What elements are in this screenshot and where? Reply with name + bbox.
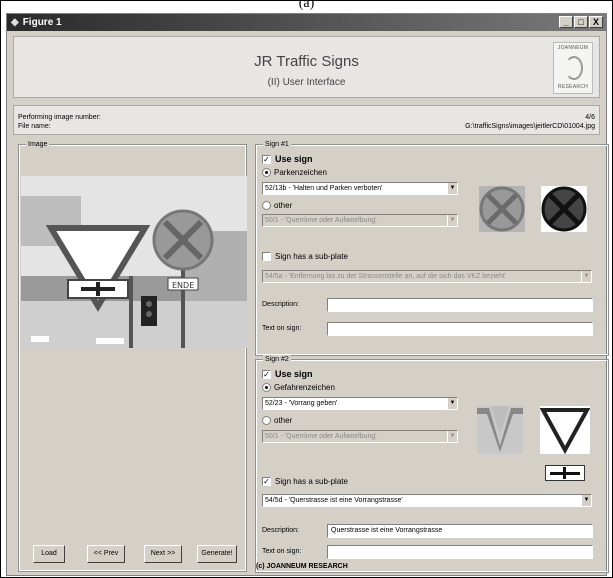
prev-button[interactable]: << Prev <box>87 545 125 563</box>
checkbox-checked-icon: ✓ <box>262 477 271 486</box>
image-number-label: Performing image number: <box>18 114 101 121</box>
maximize-button[interactable]: □ <box>574 16 588 28</box>
title-bar[interactable]: ◆ Figure 1 _ □ X <box>7 14 606 31</box>
sign2-subplate-checkbox[interactable]: ✓ Sign has a sub-plate <box>262 477 348 486</box>
sign1-text-input[interactable] <box>327 322 593 336</box>
sign1-description-input[interactable] <box>327 298 593 312</box>
window-controls: _ □ X <box>559 16 603 28</box>
sign2-text-label: Text on sign: <box>262 548 302 555</box>
checkbox-checked-icon: ✓ <box>262 369 271 379</box>
sign2-description-input[interactable]: Querstrasse ist eine Vorrangstrasse <box>327 524 593 538</box>
image-panel: Image ENDE Load << Prev Next >> Generate… <box>18 140 247 572</box>
radio-selected-icon <box>262 383 271 392</box>
figure-window: ◆ Figure 1 _ □ X JR Traffic Signs (II) U… <box>6 13 609 576</box>
sign1-category-radio[interactable]: Parkenzeichen <box>262 168 327 177</box>
sign2-category-radio[interactable]: Gefahrenzeichen <box>262 383 335 392</box>
chevron-down-icon: ▼ <box>447 183 457 194</box>
app-subtitle: (II) User Interface <box>267 77 346 88</box>
next-button[interactable]: Next >> <box>144 545 182 563</box>
sign2-text-input[interactable] <box>327 545 593 559</box>
sign1-template-image <box>541 186 587 232</box>
image-panel-title: Image <box>26 140 50 150</box>
sign1-other-radio[interactable]: other <box>262 201 292 210</box>
svg-text:ENDE: ENDE <box>172 281 194 290</box>
app-header: JR Traffic Signs (II) User Interface JOA… <box>13 36 600 98</box>
radio-unselected-icon <box>262 201 271 210</box>
copyright-footer: (c) JOANNEUM RESEARCH <box>256 563 348 570</box>
logo-swirl-icon <box>565 56 583 80</box>
sign1-sign-select[interactable]: 52/13b - 'Halten und Parken verboten' ▼ <box>262 182 458 195</box>
sign1-text-label: Text on sign: <box>262 325 302 332</box>
sign2-title: Sign #2 <box>263 355 291 365</box>
window-title: Figure 1 <box>22 17 62 28</box>
app-title: JR Traffic Signs <box>254 53 359 70</box>
generate-button[interactable]: Generate! <box>197 545 237 563</box>
sign2-description-label: Description: <box>262 527 299 534</box>
radio-unselected-icon <box>262 416 271 425</box>
checkbox-checked-icon: ✓ <box>262 154 271 164</box>
matlab-icon: ◆ <box>11 17 19 28</box>
sign2-panel: Sign #2 ✓ Use sign Gefahrenzeichen 52/23… <box>255 355 609 573</box>
chevron-down-icon: ▼ <box>447 398 457 409</box>
file-name-value: G:\trafficSigns\images\jeitlerCD\01004.j… <box>465 123 595 130</box>
sign2-other-select[interactable]: 50/1 - 'Querrinne oder Aufwoelbung' ▼ <box>262 430 458 443</box>
chevron-down-icon: ▼ <box>447 431 457 442</box>
chevron-down-icon: ▼ <box>581 271 591 282</box>
close-button[interactable]: X <box>589 16 603 28</box>
sign1-description-label: Description: <box>262 301 299 308</box>
load-button[interactable]: Load <box>33 545 65 563</box>
sign1-crop-image <box>479 186 525 232</box>
minimize-button[interactable]: _ <box>559 16 573 28</box>
info-bar: Performing image number: File name: 4/6 … <box>13 105 600 135</box>
sign1-subplate-select[interactable]: 54/5a - 'Entfernung bis zu der Strassens… <box>262 270 592 283</box>
file-name-label: File name: <box>18 123 51 130</box>
sign2-use-sign-checkbox[interactable]: ✓ Use sign <box>262 369 313 379</box>
sign2-crop-image <box>477 406 523 454</box>
sign2-sign-select[interactable]: 52/23 - 'Vorrang geben' ▼ <box>262 397 458 410</box>
sign2-template-image <box>539 406 591 455</box>
checkbox-unchecked-icon <box>262 252 271 261</box>
traffic-photo: ENDE <box>21 176 247 348</box>
sign1-title: Sign #1 <box>263 140 291 150</box>
sign1-use-sign-checkbox[interactable]: ✓ Use sign <box>262 154 313 164</box>
sign1-other-select[interactable]: 50/1 - 'Querrinne oder Aufwoelbung' ▼ <box>262 214 458 227</box>
radio-selected-icon <box>262 168 271 177</box>
sign1-panel: Sign #1 ✓ Use sign Parkenzeichen 52/13b … <box>255 140 609 356</box>
sign2-other-radio[interactable]: other <box>262 416 292 425</box>
sign1-subplate-checkbox[interactable]: Sign has a sub-plate <box>262 252 348 261</box>
chevron-down-icon: ▼ <box>447 215 457 226</box>
joanneum-logo: JOANNEUM RESEARCH <box>553 42 593 94</box>
chevron-down-icon: ▼ <box>581 495 591 506</box>
image-number-value: 4/6 <box>585 114 595 121</box>
sign2-subplate-image <box>545 465 585 481</box>
sign2-subplate-select[interactable]: 54/5d - 'Querstrasse ist eine Vorrangstr… <box>262 494 592 507</box>
